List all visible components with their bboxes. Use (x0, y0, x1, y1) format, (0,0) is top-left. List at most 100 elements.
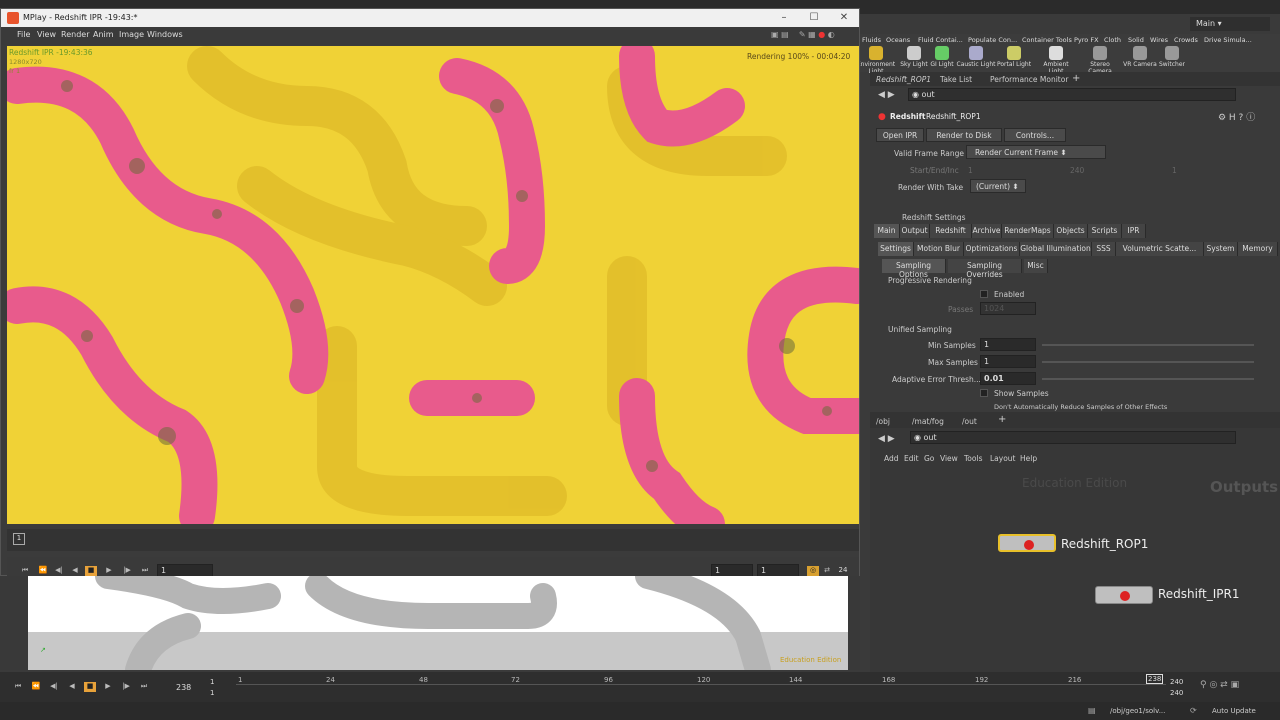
enabled-checkbox[interactable] (980, 290, 988, 298)
menu-image[interactable]: Image (119, 30, 144, 39)
tab-misc[interactable]: Misc (1024, 259, 1048, 273)
prev-key-icon[interactable]: ⏪ (37, 566, 49, 576)
toolbar-icons[interactable]: ▣ ▤ ✎ ▦ ● ◐ (771, 30, 835, 39)
valid-frame-range-select[interactable]: Render Current Frame ⬍ (966, 145, 1106, 159)
menu-file[interactable]: File (17, 30, 30, 39)
path-field[interactable]: ◉ out (908, 88, 1236, 101)
chat-icon[interactable]: ▤ (1088, 706, 1096, 715)
tab-memory[interactable]: Memory (1238, 242, 1278, 256)
end-frame[interactable]: 240 (1170, 678, 1183, 686)
realtime-icon[interactable]: ◎ (807, 566, 819, 576)
menu-view[interactable]: View (37, 30, 56, 39)
menu-go[interactable]: Go (924, 454, 934, 463)
maximize-icon[interactable]: ☐ (807, 11, 821, 25)
tab-redshift-rop[interactable]: Redshift_ROP1 (876, 75, 931, 84)
portal-light-tool[interactable]: Portal Light (994, 46, 1034, 68)
tab-obj[interactable]: /obj (876, 417, 890, 426)
shelf-tab[interactable]: Container Tools (1022, 36, 1072, 44)
menu-render[interactable]: Render (61, 30, 89, 39)
start-frame-2[interactable]: 1 (210, 689, 214, 697)
render-view[interactable]: Redshift IPR -19:43:36 1280x720 fr 1 Ren… (7, 46, 859, 524)
start-frame[interactable]: 1 (210, 678, 214, 686)
jump-end-icon[interactable]: ⏭ (138, 682, 150, 692)
shelf-tab[interactable]: Cloth (1104, 36, 1121, 44)
tab-global-illumination[interactable]: Global Illumination (1020, 242, 1092, 256)
add-tab-icon[interactable]: + (998, 414, 1006, 425)
play-icon[interactable]: ▶ (102, 682, 114, 692)
minimize-icon[interactable]: – (777, 11, 791, 25)
caustic-light-tool[interactable]: Caustic Light (956, 46, 996, 68)
tab-objects[interactable]: Objects (1054, 224, 1088, 238)
render-to-disk-button[interactable]: Render to Disk (926, 128, 1002, 142)
shelf-tab[interactable]: Fluid Contai... (918, 36, 963, 44)
menu-windows[interactable]: Windows (147, 30, 183, 39)
tab-redshift[interactable]: Redshift (930, 224, 972, 238)
tab-optimizations[interactable]: Optimizations (964, 242, 1020, 256)
prev-key-icon[interactable]: ⏪ (30, 682, 42, 692)
show-samples-checkbox[interactable] (980, 389, 988, 397)
max-samples-slider[interactable] (1042, 361, 1254, 363)
adaptive-error-field[interactable]: 0.01 (980, 372, 1036, 385)
tab-motion-blur[interactable]: Motion Blur (914, 242, 964, 256)
add-tab-icon[interactable]: + (1072, 73, 1080, 84)
tab-ipr[interactable]: IPR (1122, 224, 1146, 238)
stop-icon[interactable]: ■ (85, 566, 97, 576)
tab-performance-monitor[interactable]: Performance Monitor (990, 75, 1068, 84)
tab-sss[interactable]: SSS (1092, 242, 1116, 256)
node-redshift-ipr1[interactable] (1095, 586, 1153, 604)
tab-rendermaps[interactable]: RenderMaps (1002, 224, 1054, 238)
update-mode[interactable]: Auto Update (1212, 707, 1256, 715)
close-icon[interactable]: ✕ (837, 11, 851, 25)
loop-icon[interactable]: ⇄ (821, 566, 833, 576)
tab-mat-fog[interactable]: /mat/fog (912, 417, 944, 426)
desktop-selector[interactable]: Main ▾ (1190, 17, 1270, 31)
nav-arrows-icon[interactable]: ◀ ▶ (878, 434, 895, 444)
scene-viewport[interactable]: ↗ Education Edition (28, 576, 848, 670)
menu-edit[interactable]: Edit (904, 454, 919, 463)
shelf-tab[interactable]: Fluids (862, 36, 881, 44)
shelf-tab[interactable]: Solid (1128, 36, 1144, 44)
menu-anim[interactable]: Anim (93, 30, 114, 39)
tab-take-list[interactable]: Take List (940, 75, 972, 84)
tab-output[interactable]: Output (900, 224, 930, 238)
tab-main[interactable]: Main (874, 224, 900, 238)
stop-icon[interactable]: ■ (84, 682, 96, 692)
step-back-icon[interactable]: ◀| (53, 566, 65, 576)
step-forward-icon[interactable]: |▶ (120, 682, 132, 692)
stereo-camera-tool[interactable]: Stereo Camera (1080, 46, 1120, 75)
min-samples-field[interactable]: 1 (980, 338, 1036, 351)
tab-scripts[interactable]: Scripts (1088, 224, 1122, 238)
tab-volumetric-scattering[interactable]: Volumetric Scatte... (1116, 242, 1204, 256)
back-arrow-icon[interactable]: ◀ ▶ (878, 90, 895, 100)
tab-archive[interactable]: Archive (972, 224, 1002, 238)
shelf-tab[interactable]: Pyro FX (1074, 36, 1099, 44)
shelf-tab[interactable]: Wires (1150, 36, 1168, 44)
open-ipr-button[interactable]: Open IPR (876, 128, 924, 142)
gear-icon[interactable]: ⚙ H ? ⓘ (1218, 110, 1255, 123)
playhead-marker[interactable]: 238 (1146, 674, 1164, 684)
min-samples-slider[interactable] (1042, 344, 1254, 346)
menu-layout[interactable]: Layout (990, 454, 1016, 463)
render-take-select[interactable]: (Current) ⬍ (970, 179, 1026, 193)
node-name[interactable]: Redshift_ROP1 (926, 112, 981, 121)
key-icon[interactable]: ⚲ ◎ ⇄ ▣ (1200, 680, 1239, 690)
shelf-tab[interactable]: Populate Con... (968, 36, 1017, 44)
node-redshift-rop1[interactable] (998, 534, 1056, 552)
menu-tools[interactable]: Tools (964, 454, 982, 463)
jump-end-icon[interactable]: ⏭ (139, 566, 151, 576)
refresh-icon[interactable]: ⟳ (1190, 706, 1197, 715)
ambient-light-tool[interactable]: Ambient Light (1036, 46, 1076, 75)
switcher-tool[interactable]: Switcher (1152, 46, 1192, 68)
play-reverse-icon[interactable]: ◀ (66, 682, 78, 692)
play-reverse-icon[interactable]: ◀ (69, 566, 81, 576)
mplay-timeline[interactable]: 1 (7, 529, 859, 551)
end-frame-2[interactable]: 240 (1170, 689, 1183, 697)
shelf-tab[interactable]: Drive Simula... (1204, 36, 1252, 44)
max-samples-field[interactable]: 1 (980, 355, 1036, 368)
play-icon[interactable]: ▶ (103, 566, 115, 576)
tab-out[interactable]: /out (962, 417, 977, 426)
step-forward-icon[interactable]: |▶ (121, 566, 133, 576)
menu-view[interactable]: View (940, 454, 958, 463)
step-back-icon[interactable]: ◀| (48, 682, 60, 692)
current-frame[interactable]: 238 (176, 683, 191, 692)
